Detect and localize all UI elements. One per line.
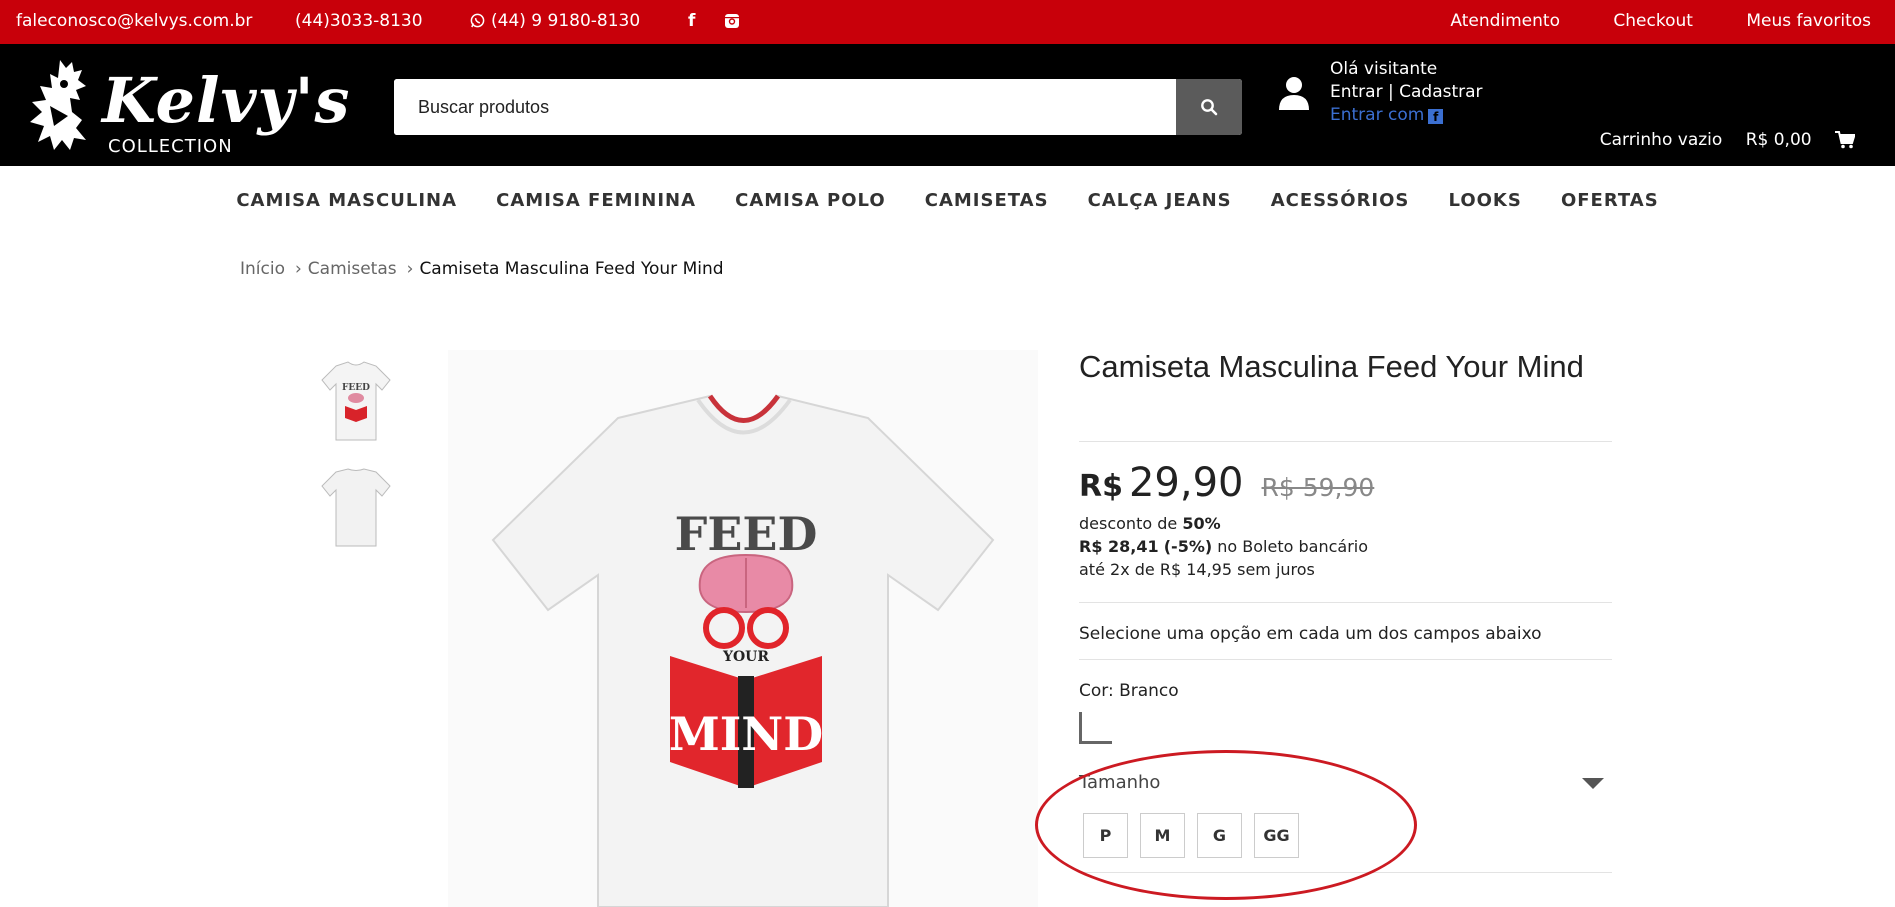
divider <box>1079 659 1612 660</box>
chevron-right-icon: › <box>294 259 302 279</box>
instagram-icon[interactable] <box>724 13 740 34</box>
nav-camisa-feminina[interactable]: CAMISA FEMININA <box>496 190 696 211</box>
color-label: Cor: Branco <box>1079 681 1179 701</box>
site-header: Kelvy's COLLECTION Olá visitante Entrar … <box>0 44 1895 166</box>
boleto-price: R$ 28,41 <box>1079 537 1159 556</box>
divider <box>1079 602 1612 603</box>
breadcrumb-home[interactable]: Início <box>240 259 285 279</box>
search-input[interactable] <box>394 79 1177 135</box>
product-thumbnail-front[interactable]: FEED <box>318 360 394 444</box>
print-feed-text: FEED <box>675 507 818 561</box>
login-register-link[interactable]: Entrar | Cadastrar <box>1330 81 1483 104</box>
product-info: Camiseta Masculina Feed Your Mind R$ 29,9… <box>1079 349 1612 873</box>
whatsapp-contact[interactable]: (44) 9 9180-8130 <box>470 11 640 31</box>
product-thumbnail-back[interactable] <box>318 466 394 550</box>
size-option-m[interactable]: M <box>1140 813 1185 858</box>
current-price: 29,90 <box>1128 460 1244 506</box>
cart-icon <box>1835 131 1856 149</box>
nav-looks[interactable]: LOOKS <box>1449 190 1522 211</box>
quantity-stepper-partial <box>1079 900 1179 907</box>
facebook-square-icon: f <box>1428 109 1444 124</box>
discount-label: desconto de <box>1079 514 1178 533</box>
top-links: Atendimento Checkout Meus favoritos <box>1402 11 1871 31</box>
boleto-discount: (-5%) <box>1163 537 1213 556</box>
product-main-image[interactable]: FEED YOUR MIND <box>448 350 1038 907</box>
caret-down-icon[interactable] <box>1582 778 1604 789</box>
print-your-text: YOUR <box>722 649 769 665</box>
size-options: P M G GG <box>1083 813 1311 858</box>
facebook-icon[interactable]: f <box>688 11 695 31</box>
main-nav: CAMISA MASCULINA CAMISA FEMININA CAMISA … <box>0 190 1895 211</box>
whatsapp-icon <box>470 13 485 28</box>
nav-camisa-masculina[interactable]: CAMISA MASCULINA <box>236 190 457 211</box>
nav-calca-jeans[interactable]: CALÇA JEANS <box>1088 190 1232 211</box>
installments: até 2x de R$ 14,95 sem juros <box>1079 560 1315 579</box>
color-swatch-branco[interactable] <box>1079 712 1112 744</box>
facebook-login-link[interactable]: Entrar com f <box>1330 104 1483 127</box>
search-button[interactable] <box>1176 79 1242 135</box>
contact-phone[interactable]: (44)3033-8130 <box>295 11 423 31</box>
nav-ofertas[interactable]: OFERTAS <box>1561 190 1659 211</box>
discount-value: 50% <box>1182 514 1221 533</box>
breadcrumb-current: Camiseta Masculina Feed Your Mind <box>419 259 724 279</box>
search-bar <box>394 79 1242 135</box>
price-block: R$ 29,90 R$ 59,90 <box>1079 460 1374 506</box>
cart-status: Carrinho vazio <box>1599 130 1723 150</box>
breadcrumb-category[interactable]: Camisetas <box>308 259 397 279</box>
greeting-text: Olá visitante <box>1330 59 1438 79</box>
nav-acessorios[interactable]: ACESSÓRIOS <box>1271 190 1410 211</box>
search-icon <box>1201 99 1218 116</box>
size-option-p[interactable]: P <box>1083 813 1128 858</box>
nav-camisetas[interactable]: CAMISETAS <box>925 190 1049 211</box>
divider <box>1079 441 1612 442</box>
contact-email[interactable]: faleconosco@kelvys.com.br <box>16 11 252 31</box>
svg-text:FEED: FEED <box>342 383 370 393</box>
payment-details: desconto de 50% R$ 28,41 (-5%) no Boleto… <box>1079 512 1368 581</box>
product-title: Camiseta Masculina Feed Your Mind <box>1079 349 1584 384</box>
chevron-right-icon: › <box>406 259 414 279</box>
print-mind-text: MIND <box>669 707 823 761</box>
nav-camisa-polo[interactable]: CAMISA POLO <box>735 190 886 211</box>
price-currency: R$ <box>1079 469 1123 504</box>
boleto-label: no Boleto bancário <box>1217 537 1368 556</box>
whatsapp-number: (44) 9 9180-8130 <box>491 11 641 31</box>
link-atendimento[interactable]: Atendimento <box>1450 11 1560 31</box>
logo-wordmark: Kelvy's <box>102 64 351 137</box>
size-option-gg[interactable]: GG <box>1254 813 1299 858</box>
size-label: Tamanho <box>1079 772 1161 793</box>
breadcrumb: Início › Camisetas › Camiseta Masculina Feed… <box>240 259 724 279</box>
link-checkout[interactable]: Checkout <box>1613 11 1693 31</box>
select-options-message: Selecione uma opção em cada um dos campo… <box>1079 624 1542 644</box>
logo-subtitle: COLLECTION <box>108 136 233 157</box>
account-area: Olá visitante Entrar | Cadastrar Entrar … <box>1330 58 1483 127</box>
divider <box>1079 872 1612 873</box>
mini-cart[interactable]: Carrinho vazio R$ 0,00 <box>1599 130 1856 150</box>
old-price: R$ 59,90 <box>1261 473 1375 502</box>
cart-total: R$ 0,00 <box>1745 130 1812 150</box>
size-option-g[interactable]: G <box>1197 813 1242 858</box>
link-favoritos[interactable]: Meus favoritos <box>1746 11 1871 31</box>
top-bar: faleconosco@kelvys.com.br (44)3033-8130 … <box>0 0 1895 44</box>
user-icon[interactable] <box>1278 76 1310 114</box>
site-logo[interactable]: Kelvy's COLLECTION <box>20 56 349 157</box>
facebook-login-label: Entrar com <box>1330 105 1425 125</box>
lion-crest-icon <box>30 60 86 150</box>
